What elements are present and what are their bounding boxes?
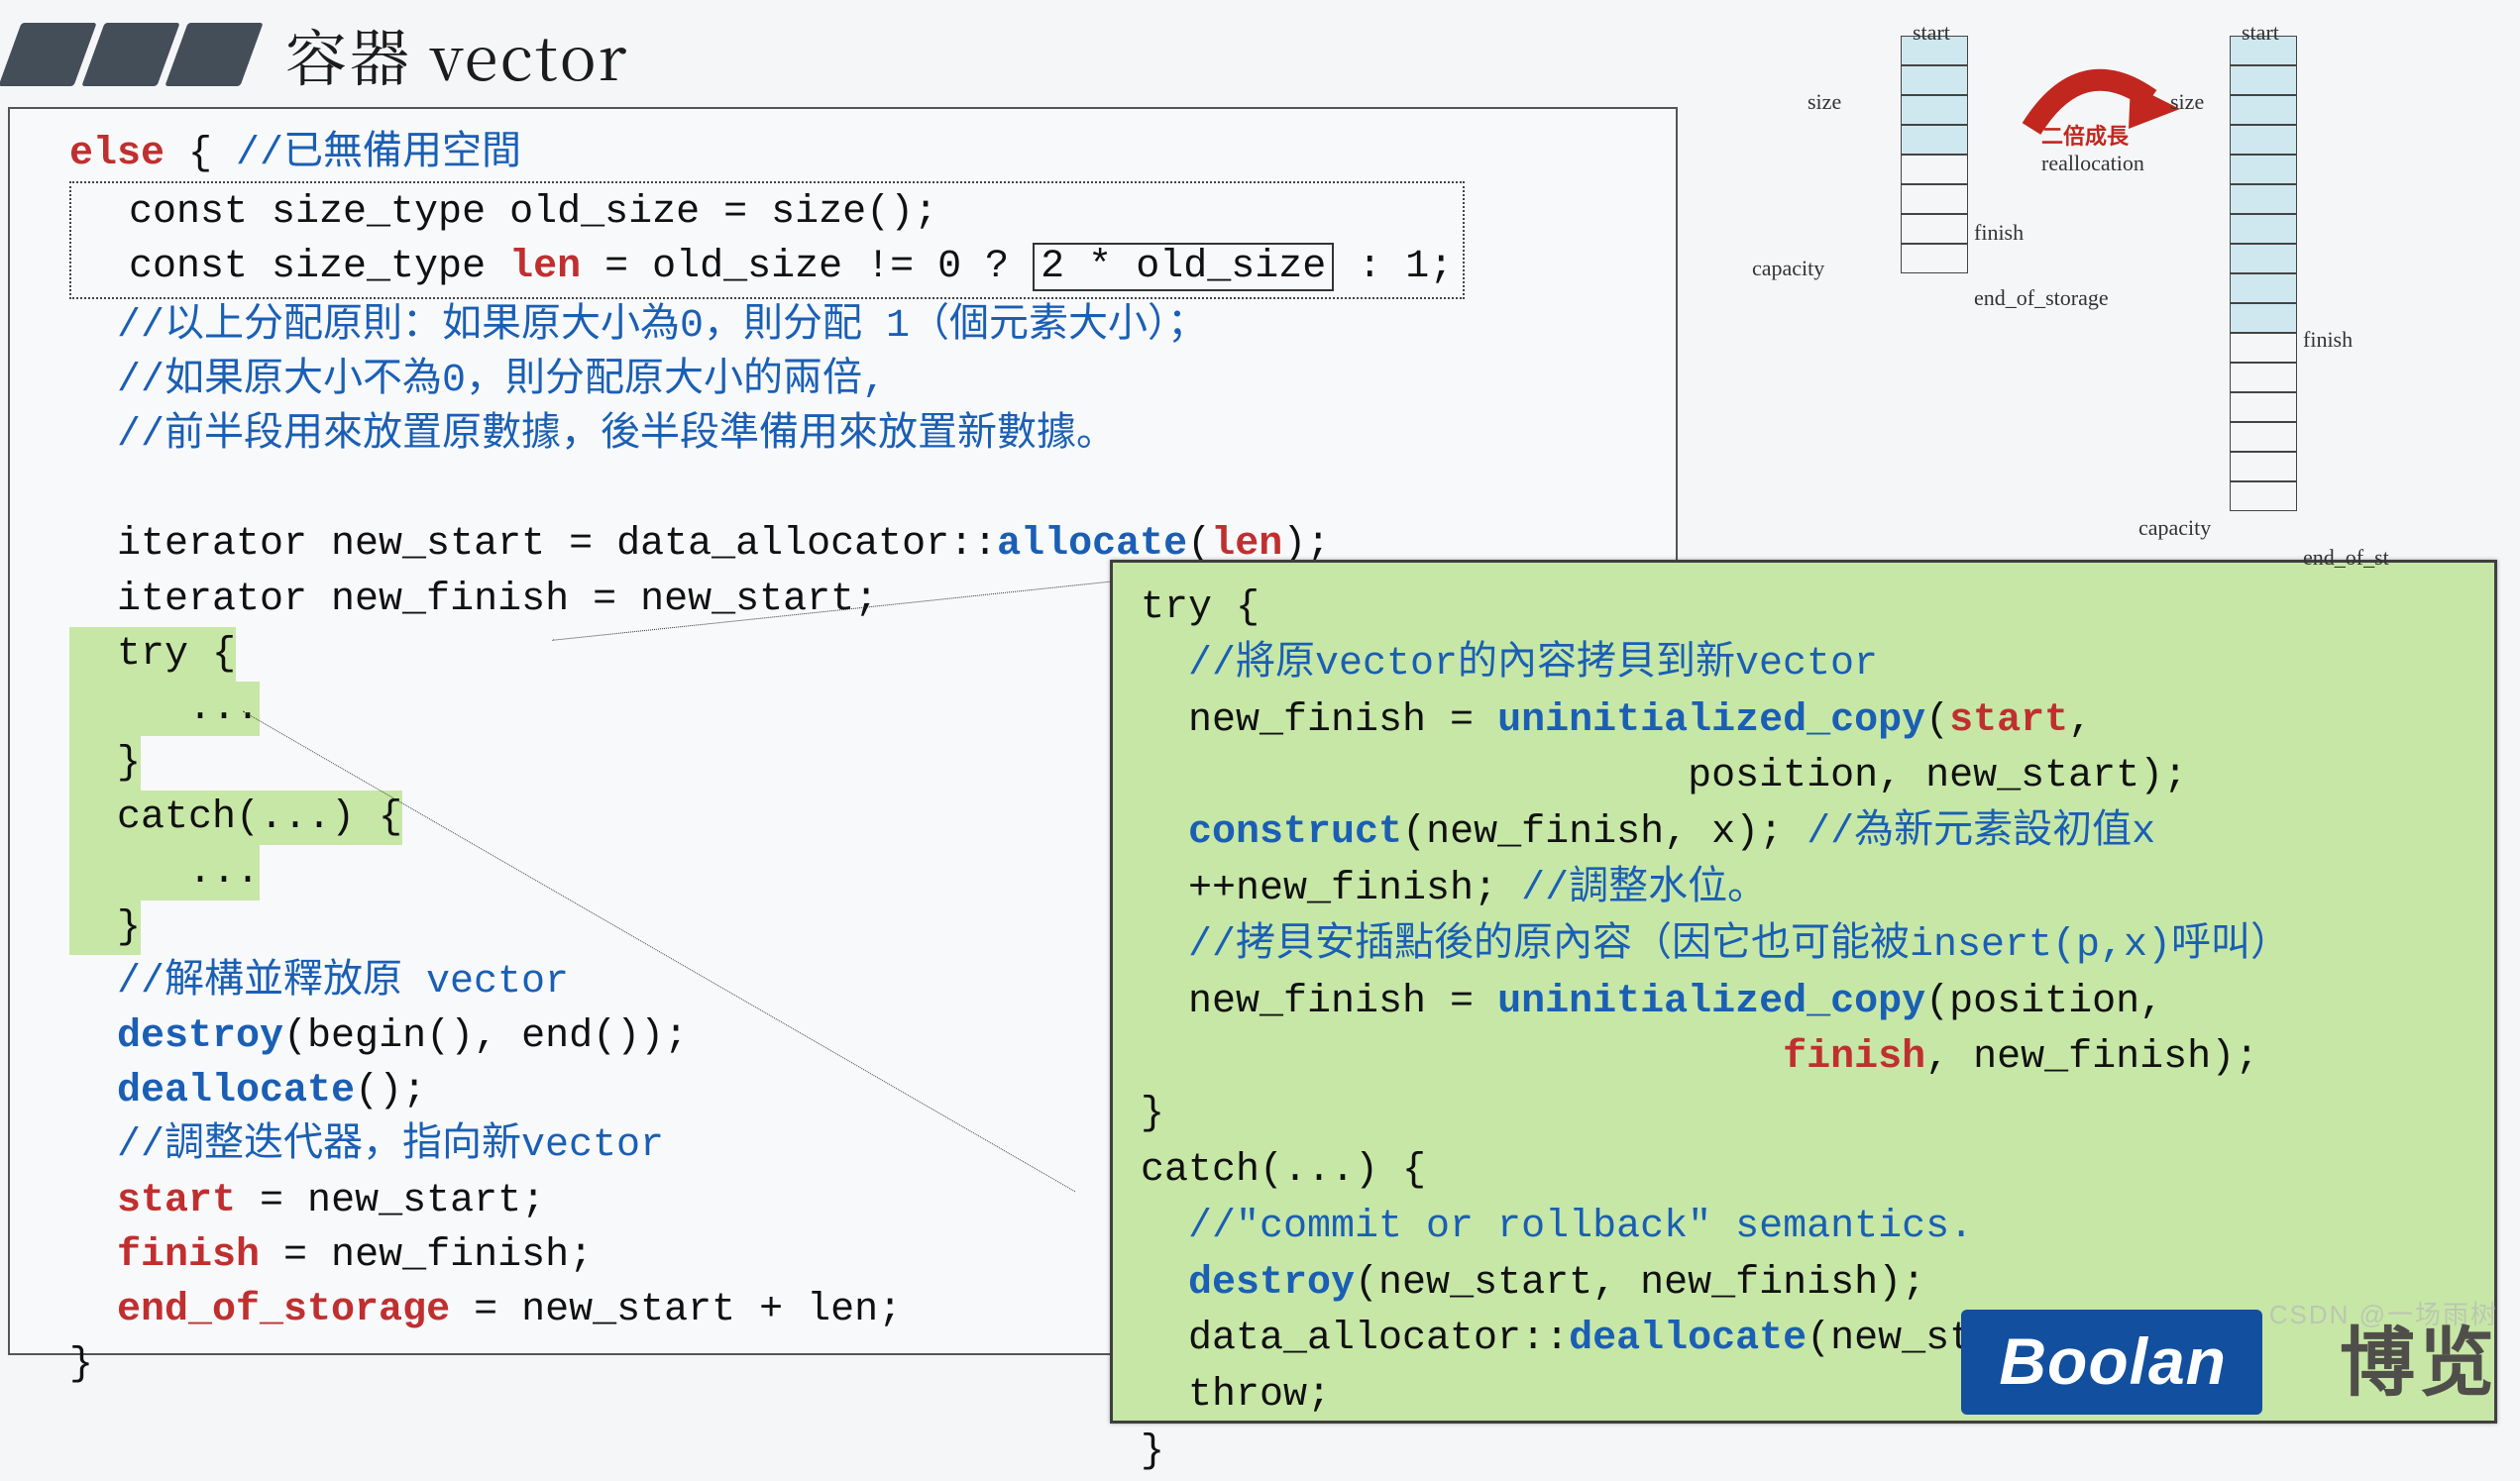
fn-uninitialized-copy-2: uninitialized_copy — [1497, 980, 1925, 1024]
page-title: 容器 vector — [285, 10, 628, 98]
fn-construct: construct — [1188, 810, 1402, 855]
lbl-eos-left: end_of_storage — [1974, 285, 2109, 311]
fn-uninitialized-copy: uninitialized_copy — [1497, 698, 1925, 743]
var-finish: finish — [117, 1233, 260, 1278]
lbl-eos-right: end_of_st — [2303, 545, 2389, 571]
lbl-finish-right: finish — [2303, 327, 2353, 353]
fn-destroy: destroy — [117, 1014, 283, 1059]
lbl-capacity-left: capacity — [1752, 256, 1824, 281]
expr-two-times-old-size: 2 * old_size — [1033, 243, 1334, 291]
var-end-of-storage: end_of_storage — [117, 1288, 450, 1332]
try-block-start: try { — [69, 627, 236, 682]
brand-bolan-cn: 博览 — [2340, 1302, 2498, 1411]
slash-decoration — [10, 23, 252, 86]
lbl-start-right: start — [2242, 20, 2279, 46]
var-len: len — [509, 245, 581, 289]
lbl-size-right: size — [2170, 89, 2204, 115]
vector-before — [1901, 36, 1968, 293]
comment-copy-old-vector: //將原vector的內容拷貝到新vector — [1141, 642, 1878, 687]
var-start: start — [117, 1179, 236, 1223]
slide-title-bar: 容器 vector — [10, 10, 628, 98]
lbl-finish-left: finish — [1974, 220, 2024, 246]
reallocation-diagram: 二倍成長reallocation start size finish end_o… — [1744, 20, 2517, 575]
comment-alloc-rule-2: //如果原大小不為0，則分配原大小的兩倍, — [69, 359, 886, 403]
catch-block-start: catch(...) { — [69, 791, 402, 845]
comment-init-value: //為新元素設初值x — [1807, 810, 2155, 855]
lbl-start-left: start — [1913, 20, 1950, 46]
lbl-capacity-right: capacity — [2138, 515, 2211, 541]
comment-destroy-orig: //解構並釋放原 vector — [69, 960, 569, 1005]
comment-adjust-watermark: //調整水位。 — [1521, 867, 1767, 911]
brand-boolan: Boolan — [1961, 1310, 2262, 1415]
comment-copy-after-insert: //拷貝安插點後的原內容（因它也可能被insert(p,x)呼叫） — [1141, 923, 2290, 968]
comment-commit-rollback: //"commit or rollback" semantics. — [1141, 1205, 1973, 1249]
lbl-size-left: size — [1808, 89, 1841, 115]
comment-alloc-rule-1: //以上分配原則：如果原大小為0，則分配 1（個元素大小）； — [69, 304, 1207, 349]
comment-alloc-rule-3: //前半段用來放置原數據，後半段準備用來放置新數據。 — [69, 413, 1116, 458]
reallocation-label: 二倍成長reallocation — [2041, 119, 2144, 176]
fn-deallocate: deallocate — [117, 1069, 355, 1113]
kw-else: else — [69, 132, 164, 176]
comment-no-spare-space: //已無備用空間 — [236, 132, 521, 176]
comment-adjust-iter: //調整迭代器，指向新vector — [69, 1123, 664, 1168]
vector-after — [2230, 36, 2297, 557]
